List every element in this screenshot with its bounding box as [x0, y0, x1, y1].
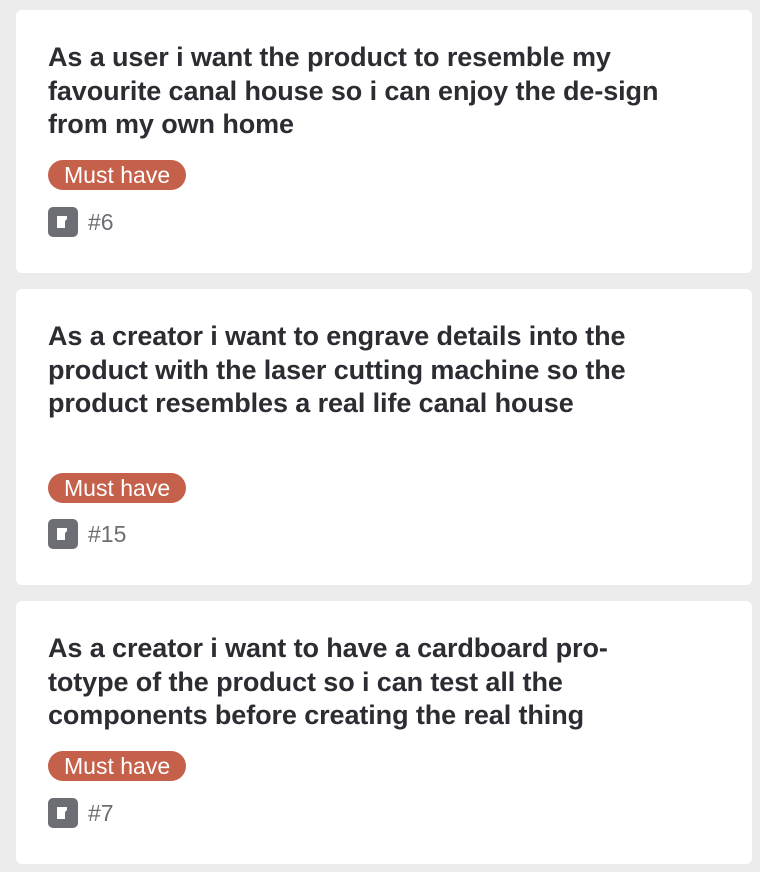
priority-badge: Must have [48, 160, 187, 190]
card-number: #6 [88, 209, 114, 235]
story-card[interactable]: As a user i want the product to resemble… [16, 10, 752, 273]
priority-badge: Must have [48, 751, 187, 781]
card-number: #7 [88, 800, 114, 826]
card-icon [48, 519, 78, 549]
card-title: As a creator i want to have a cardboard … [48, 633, 608, 730]
card-icon [48, 207, 78, 237]
priority-badge: Must have [48, 473, 187, 503]
story-card[interactable]: As a creator i want to engrave details i… [16, 289, 752, 585]
card-meta: #6 [48, 207, 114, 237]
card-number: #15 [88, 521, 127, 547]
card-meta: #15 [48, 519, 126, 549]
story-card[interactable]: As a creator i want to have a cardboard … [16, 601, 752, 864]
card-title: As a user i want the product to resemble… [48, 42, 659, 139]
card-title: As a creator i want to engrave details i… [48, 321, 626, 418]
card-icon [48, 798, 78, 828]
card-meta: #7 [48, 798, 114, 828]
